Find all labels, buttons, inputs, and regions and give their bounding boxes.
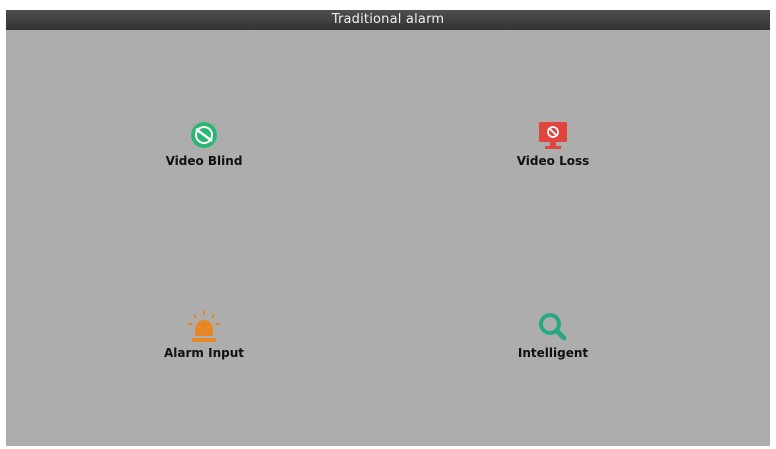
video-blind-icon [191, 122, 217, 148]
traditional-alarm-screen: Traditional alarm Video Blind Video Loss [6, 10, 770, 446]
alarm-input-button[interactable]: Alarm Input [119, 310, 289, 390]
intelligent-label: Intelligent [517, 346, 589, 360]
video-blind-button[interactable]: Video Blind [119, 118, 289, 198]
intelligent-button[interactable]: Intelligent [468, 310, 638, 390]
video-blind-label: Video Blind [165, 154, 243, 168]
alarm-input-label: Alarm Input [164, 346, 244, 360]
magnifier-icon [539, 313, 567, 341]
video-loss-icon [539, 122, 567, 149]
video-loss-button[interactable]: Video Loss [468, 118, 638, 198]
alarm-menu: Video Blind Video Loss Alarm Input Intel… [6, 30, 770, 446]
window-title: Traditional alarm [6, 10, 770, 30]
alarm-light-icon [188, 311, 220, 342]
video-loss-label: Video Loss [516, 154, 590, 168]
